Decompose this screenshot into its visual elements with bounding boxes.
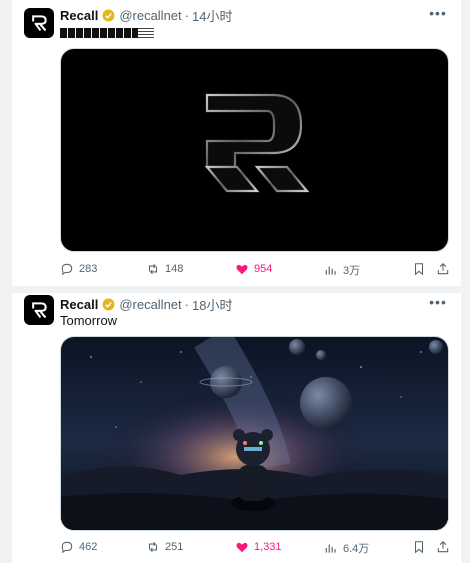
tweet-2[interactable]: Recall @recallnet · 18小时 ••• Tomorrow 46… xyxy=(12,293,461,563)
author-name[interactable]: Recall xyxy=(60,297,98,312)
recall-r-logo-image xyxy=(204,93,310,193)
like-count: 1,331 xyxy=(254,541,282,553)
tweet-text: Tomorrow xyxy=(60,313,118,328)
views-button[interactable]: 6.4万 xyxy=(324,540,369,556)
meta-separator: · xyxy=(184,297,189,312)
views-bar-icon xyxy=(325,266,336,275)
reply-button[interactable]: 283 xyxy=(60,262,97,276)
views-count: 6.4万 xyxy=(343,543,370,555)
repost-button[interactable]: 251 xyxy=(146,540,183,554)
meta-separator: · xyxy=(184,8,189,23)
like-button[interactable]: 954 xyxy=(235,262,272,276)
reply-count: 462 xyxy=(79,541,98,553)
avatar[interactable] xyxy=(24,8,54,38)
share-button[interactable] xyxy=(436,540,450,554)
repost-button[interactable]: 148 xyxy=(146,262,183,276)
repost-count: 251 xyxy=(165,541,184,553)
bookmark-button[interactable] xyxy=(412,262,426,276)
views-count: 3万 xyxy=(343,265,361,277)
space-scene-image xyxy=(61,337,448,530)
tweet-divider xyxy=(12,286,461,293)
share-icon xyxy=(437,263,449,275)
like-button[interactable]: 1,331 xyxy=(235,540,282,554)
heart-icon xyxy=(236,542,248,553)
tweet-actions: 283 148 954 3万 xyxy=(60,262,454,278)
repost-icon xyxy=(148,541,158,553)
more-dots-icon[interactable]: ••• xyxy=(429,6,447,22)
tweet-1[interactable]: Recall @recallnet · 14小时 ••• 283 148 954… xyxy=(12,0,461,286)
author-handle[interactable]: @recallnet xyxy=(119,297,181,312)
author-name[interactable]: Recall xyxy=(60,8,98,23)
tweet-text-redacted xyxy=(60,24,154,39)
reply-icon xyxy=(61,541,73,554)
tweet-actions: 462 251 1,331 6.4万 xyxy=(60,540,454,556)
tweet-media-image[interactable] xyxy=(60,336,449,531)
redacted-tail xyxy=(138,27,154,38)
tweet-time[interactable]: 18小时 xyxy=(192,295,232,314)
share-icon xyxy=(437,541,449,553)
repost-icon xyxy=(148,263,158,275)
recall-logo-icon xyxy=(32,15,47,32)
share-button[interactable] xyxy=(436,262,450,276)
more-dots-icon[interactable]: ••• xyxy=(429,295,447,311)
author-handle[interactable]: @recallnet xyxy=(119,8,181,23)
reply-button[interactable]: 462 xyxy=(60,540,97,554)
tweet-media-image[interactable] xyxy=(60,48,449,252)
tweet-time[interactable]: 14小时 xyxy=(192,6,232,25)
verified-badge-icon xyxy=(102,9,115,22)
views-button[interactable]: 3万 xyxy=(324,262,360,278)
reply-count: 283 xyxy=(79,263,98,275)
recall-logo-icon xyxy=(32,302,47,319)
reply-icon xyxy=(61,263,73,276)
verified-badge-icon xyxy=(102,298,115,311)
bookmark-button[interactable] xyxy=(412,540,426,554)
bookmark-icon xyxy=(414,541,424,554)
like-count: 954 xyxy=(254,263,273,275)
bookmark-icon xyxy=(414,263,424,276)
redacted-block xyxy=(60,27,138,38)
avatar[interactable] xyxy=(24,295,54,325)
heart-icon xyxy=(236,264,248,275)
views-bar-icon xyxy=(325,544,336,553)
repost-count: 148 xyxy=(165,263,184,275)
